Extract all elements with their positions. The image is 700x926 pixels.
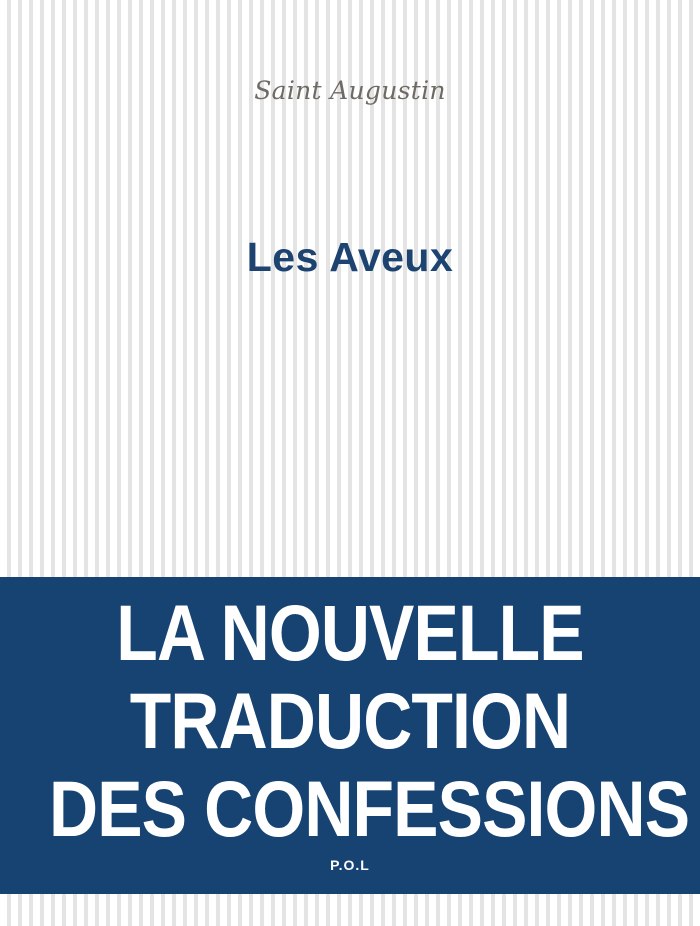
- book-title: Les Aveux: [246, 234, 454, 280]
- banner-line-2: TRADUCTION: [129, 676, 571, 765]
- banner-text: LA NOUVELLE TRADUCTION DES CONFESSIONS: [49, 588, 690, 853]
- promo-banner: LA NOUVELLE TRADUCTION DES CONFESSIONS P…: [0, 577, 700, 894]
- book-cover: Saint Augustin Les Aveux LA NOUVELLE TRA…: [0, 0, 700, 926]
- banner-line-1: LA NOUVELLE: [116, 588, 584, 677]
- author-name: Saint Augustin: [254, 76, 446, 105]
- banner-line-3: DES CONFESSIONS: [49, 764, 690, 853]
- publisher-logo: P.O.L: [330, 857, 370, 873]
